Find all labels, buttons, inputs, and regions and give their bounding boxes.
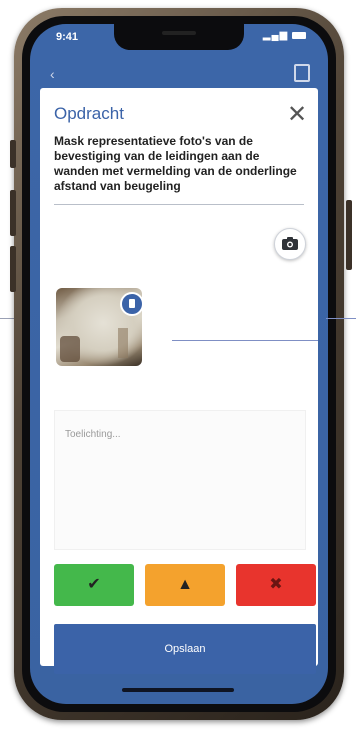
warning-button[interactable]: ▲: [145, 564, 225, 606]
warning-icon: ▲: [177, 576, 193, 593]
volume-down-button: [10, 246, 16, 292]
task-modal: Opdracht ✕ Mask representatieve foto's v…: [40, 88, 318, 674]
photo-detail: [118, 328, 128, 358]
save-button[interactable]: Opslaan: [54, 624, 316, 674]
trash-icon: [129, 299, 135, 308]
close-icon[interactable]: ✕: [284, 102, 310, 128]
home-indicator[interactable]: [122, 688, 234, 692]
speaker: [162, 31, 196, 35]
signal-icon: ▂▄▆: [262, 30, 289, 41]
volume-up-button: [10, 190, 16, 236]
camera-button[interactable]: [274, 228, 306, 260]
status-button-row: ✔ ▲ ✖: [54, 564, 316, 606]
delete-photo-button[interactable]: [120, 292, 144, 316]
status-time: 9:41: [56, 31, 79, 43]
callout-line-right-ext: [326, 318, 356, 319]
approve-button[interactable]: ✔: [54, 564, 134, 606]
notes-textarea[interactable]: [55, 411, 305, 549]
notch: [114, 24, 244, 50]
camera-icon: [282, 237, 298, 250]
status-icons: ▂▄▆: [263, 30, 306, 41]
notes-field[interactable]: [54, 410, 306, 550]
check-icon: ✔: [87, 576, 101, 593]
divider: [54, 204, 304, 205]
mute-switch: [10, 140, 16, 168]
photo-detail: [60, 336, 80, 362]
callout-line-right: [172, 340, 318, 341]
cross-icon: ✖: [269, 576, 283, 593]
reject-button[interactable]: ✖: [236, 564, 316, 606]
task-instruction: Mask representatieve foto's van de beves…: [54, 134, 297, 193]
document-icon: [294, 64, 310, 82]
modal-title: Opdracht: [54, 104, 124, 123]
phone-screen: 9:41 ▂▄▆ ‹ Opdracht ✕ Mask representatie…: [30, 24, 328, 704]
back-arrow-icon: ‹: [50, 66, 55, 82]
battery-icon: [292, 31, 306, 39]
power-button: [346, 200, 352, 270]
